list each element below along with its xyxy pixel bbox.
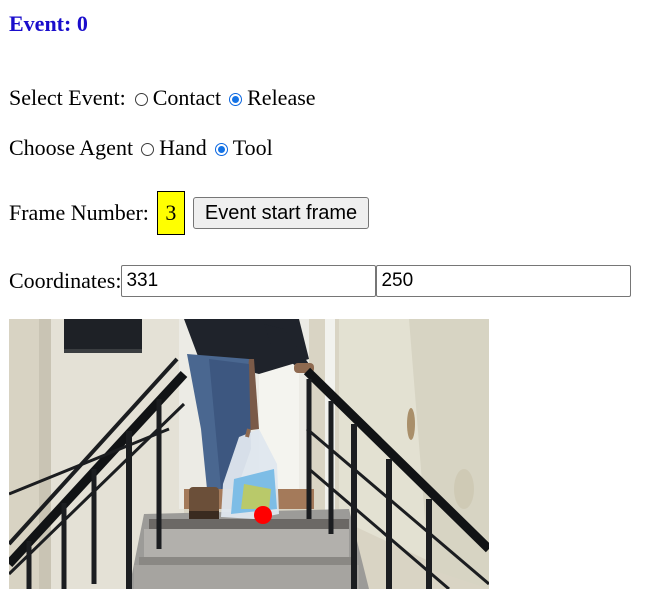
radio-tool-label: Tool <box>232 135 273 160</box>
coordinate-y-input[interactable] <box>376 265 632 297</box>
video-frame-image[interactable] <box>9 319 489 589</box>
frame-number-label: Frame Number: <box>9 200 149 225</box>
selected-point-marker <box>254 506 272 524</box>
radio-contact-label: Contact <box>152 85 222 110</box>
coordinates-row: Coordinates: <box>9 265 632 297</box>
coordinate-x-input[interactable] <box>121 265 377 297</box>
frame-number-value: 3 <box>156 191 185 235</box>
radio-option-release[interactable]: Release <box>221 85 316 111</box>
select-event-row: Select Event: Contact Release <box>9 84 316 112</box>
radio-hand[interactable] <box>141 142 155 156</box>
radio-release-label: Release <box>247 85 316 110</box>
radio-hand-label: Hand <box>159 135 207 160</box>
event-heading: Event: 0 <box>9 11 88 36</box>
radio-option-tool[interactable]: Tool <box>207 135 273 161</box>
radio-option-contact[interactable]: Contact <box>126 85 221 111</box>
radio-tool[interactable] <box>214 142 228 156</box>
video-frame-drawing <box>9 319 489 589</box>
choose-agent-label: Choose Agent <box>9 135 134 160</box>
frame-number-row: Frame Number: 3 Event start frame <box>9 190 370 236</box>
radio-release[interactable] <box>229 92 243 106</box>
radio-option-hand[interactable]: Hand <box>133 135 207 161</box>
select-event-label: Select Event: <box>9 85 126 110</box>
coordinates-label: Coordinates: <box>9 268 122 293</box>
choose-agent-row: Choose Agent Hand Tool <box>9 134 273 162</box>
event-start-frame-button[interactable]: Event start frame <box>192 197 370 229</box>
radio-contact[interactable] <box>134 92 148 106</box>
